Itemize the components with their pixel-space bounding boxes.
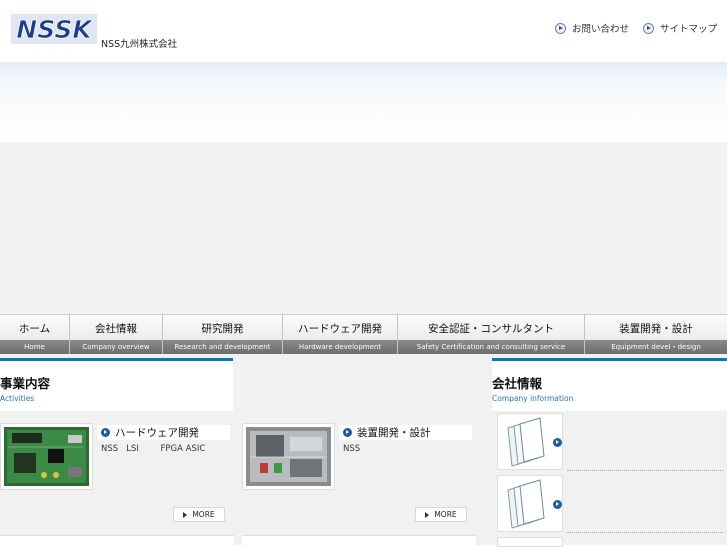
nav-label: 研究開発 <box>201 323 244 335</box>
main-nav: ホーム Home 会社情報 Company overview 研究開発 Rese… <box>0 314 727 355</box>
nav-home[interactable]: ホーム Home <box>0 315 70 355</box>
more-label: MORE <box>192 510 215 519</box>
sitemap-link[interactable]: サイトマップ <box>642 21 717 35</box>
svg-text:NSSK: NSSK <box>16 15 93 44</box>
circuit-board-image[interactable] <box>0 423 93 490</box>
dotted-divider <box>567 470 723 471</box>
header: NSSK NSS九州株式会社 お問い合わせ サイトマップ <box>0 0 727 62</box>
activity-hardware: ハードウェア開発 NSS LSI FPGA ASIC MORE <box>0 423 235 523</box>
nav-sublabel: Company overview <box>70 340 162 355</box>
more-button[interactable]: MORE <box>415 507 467 522</box>
nav-hardware[interactable]: ハードウェア開発 Hardware development <box>283 315 398 355</box>
company-info-title: 会社情報 <box>492 376 543 391</box>
company-info-subtitle: Company information <box>492 394 574 403</box>
nav-label: 安全認証・コンサルタント <box>428 323 554 335</box>
arrow-bullet-icon <box>343 428 352 437</box>
nav-sublabel: Home <box>0 340 69 355</box>
arrow-bullet-icon <box>101 428 110 437</box>
nav-sublabel: Hardware development <box>283 340 397 355</box>
company-name: NSS九州株式会社 <box>101 39 178 50</box>
nav-equipment[interactable]: 装置開発・設計 Equipment devel・design <box>585 315 727 355</box>
activities-title: 事業内容 <box>0 376 51 391</box>
more-label: MORE <box>434 510 457 519</box>
activity-title: ハードウェア開発 <box>115 427 199 439</box>
activity-title-link[interactable]: 装置開発・設計 <box>339 425 472 440</box>
company-info-item[interactable] <box>497 537 723 547</box>
nav-sublabel: Research and development <box>163 340 282 355</box>
contact-link[interactable]: お問い合わせ <box>554 21 629 35</box>
sitemap-link-label: サイトマップ <box>659 24 717 35</box>
dotted-divider <box>567 532 723 533</box>
activity-description: NSS LSI FPGA ASIC <box>101 444 206 454</box>
activities-header: 事業内容 Activities <box>0 358 233 411</box>
nssk-logo[interactable]: NSSK <box>9 13 99 45</box>
play-arrow-icon <box>425 511 430 518</box>
nav-company[interactable]: 会社情報 Company overview <box>70 315 163 355</box>
equipment-image[interactable] <box>242 423 335 490</box>
activity-next-row <box>0 535 234 545</box>
contact-link-label: お問い合わせ <box>571 24 629 35</box>
nav-sublabel: Equipment devel・design <box>585 340 727 355</box>
nav-safety[interactable]: 安全認証・コンサルタント Safety Certification and co… <box>398 315 585 355</box>
equipment-picture <box>246 427 331 486</box>
activity-description: NSS <box>343 444 361 454</box>
top-links: お問い合わせ サイトマップ <box>554 21 717 35</box>
hero-banner <box>0 142 727 314</box>
company-info-list <box>497 413 723 547</box>
nav-research[interactable]: 研究開発 Research and development <box>163 315 283 355</box>
activity-title: 装置開発・設計 <box>357 427 431 439</box>
arrow-bullet-icon <box>553 438 562 447</box>
nav-label: 会社情報 <box>95 323 137 335</box>
activity-next-row <box>242 535 476 545</box>
header-gradient-band <box>0 62 727 142</box>
arrow-bullet-icon <box>553 500 562 509</box>
company-info-header: 会社情報 Company information <box>492 358 727 411</box>
company-info-item[interactable] <box>497 475 723 537</box>
nav-sublabel: Safety Certification and consulting serv… <box>398 340 584 355</box>
arrow-right-icon <box>554 22 566 34</box>
nav-label: ホーム <box>18 323 51 335</box>
company-info-item[interactable] <box>497 413 723 475</box>
more-button[interactable]: MORE <box>173 507 225 522</box>
activity-equipment: 装置開発・設計 NSS MORE <box>242 423 477 523</box>
circuit-board-picture <box>4 427 89 486</box>
nav-label: ハードウェア開発 <box>298 323 382 335</box>
activity-title-link[interactable]: ハードウェア開発 <box>97 425 230 440</box>
play-arrow-icon <box>183 511 188 518</box>
activities-subtitle: Activities <box>0 394 35 403</box>
nav-label: 装置開発・設計 <box>619 323 693 335</box>
documents-thumbnail <box>497 537 563 547</box>
arrow-right-icon <box>642 22 654 34</box>
